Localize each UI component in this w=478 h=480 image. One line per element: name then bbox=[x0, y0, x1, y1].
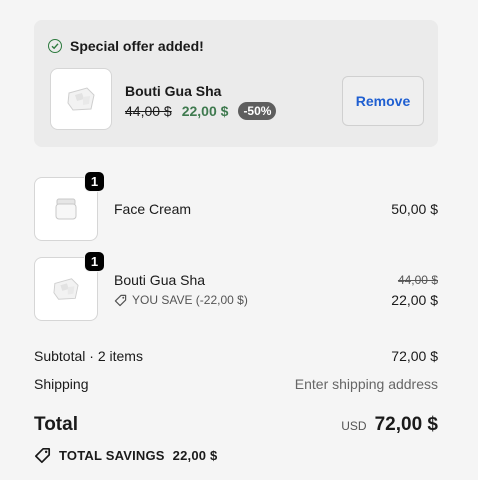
line-item-old-price: 44,00 $ bbox=[397, 273, 438, 287]
item-savings: YOU SAVE (-22,00 $) bbox=[114, 293, 248, 307]
line-item-name: Bouti Gua Sha bbox=[114, 272, 206, 288]
cart-line-item: 1 Bouti Gua Sha YOU SAVE (-22,00 $) 44,0… bbox=[34, 251, 438, 323]
line-item-price: 22,00 $ bbox=[391, 292, 438, 308]
shipping-value: Enter shipping address bbox=[294, 376, 438, 392]
item-savings-text: YOU SAVE (-22,00 $) bbox=[132, 293, 248, 307]
tag-icon bbox=[34, 447, 51, 464]
cart-line-item: 1 Face Cream 50,00 $ bbox=[34, 171, 438, 243]
quantity-badge: 1 bbox=[84, 251, 105, 272]
total-label: Total bbox=[34, 414, 78, 435]
quantity-badge: 1 bbox=[84, 171, 105, 192]
offer-product-name: Bouti Gua Sha bbox=[125, 83, 222, 99]
offer-product-image bbox=[50, 68, 112, 130]
offer-new-price: 22,00 $ bbox=[181, 103, 229, 119]
face-cream-product-image bbox=[55, 198, 77, 220]
special-offer-panel: Special offer added! Bouti Gua Sha 44,00… bbox=[34, 20, 438, 147]
currency-code: USD bbox=[341, 419, 367, 433]
line-item-price: 50,00 $ bbox=[391, 201, 438, 217]
shipping-row: Shipping Enter shipping address bbox=[34, 376, 438, 392]
total-amount: 72,00 $ bbox=[374, 414, 438, 435]
total-row: Total USD 72,00 $ bbox=[34, 414, 438, 436]
subtotal-value: 72,00 $ bbox=[391, 348, 438, 364]
check-circle-icon bbox=[48, 39, 62, 53]
discount-badge: -50% bbox=[238, 102, 277, 120]
shipping-label: Shipping bbox=[34, 376, 89, 392]
gua-sha-product-image bbox=[53, 278, 79, 300]
remove-offer-button[interactable]: Remove bbox=[342, 76, 424, 126]
tag-icon bbox=[114, 294, 127, 306]
offer-old-price: 44,00 $ bbox=[125, 103, 172, 119]
total-amount-group: USD 72,00 $ bbox=[341, 414, 438, 436]
subtotal-label: Subtotal · 2 items bbox=[34, 348, 143, 364]
gua-sha-product-image bbox=[67, 87, 95, 111]
offer-heading: Special offer added! bbox=[70, 38, 204, 54]
offer-header: Special offer added! bbox=[48, 38, 204, 54]
total-savings: TOTAL SAVINGS 22,00 $ bbox=[34, 447, 217, 464]
offer-prices: 44,00 $ 22,00 $ -50% bbox=[125, 102, 277, 120]
line-item-name: Face Cream bbox=[114, 201, 192, 217]
total-savings-value: 22,00 $ bbox=[172, 448, 218, 463]
subtotal-row: Subtotal · 2 items 72,00 $ bbox=[34, 348, 438, 364]
total-savings-label: TOTAL SAVINGS bbox=[59, 448, 165, 463]
